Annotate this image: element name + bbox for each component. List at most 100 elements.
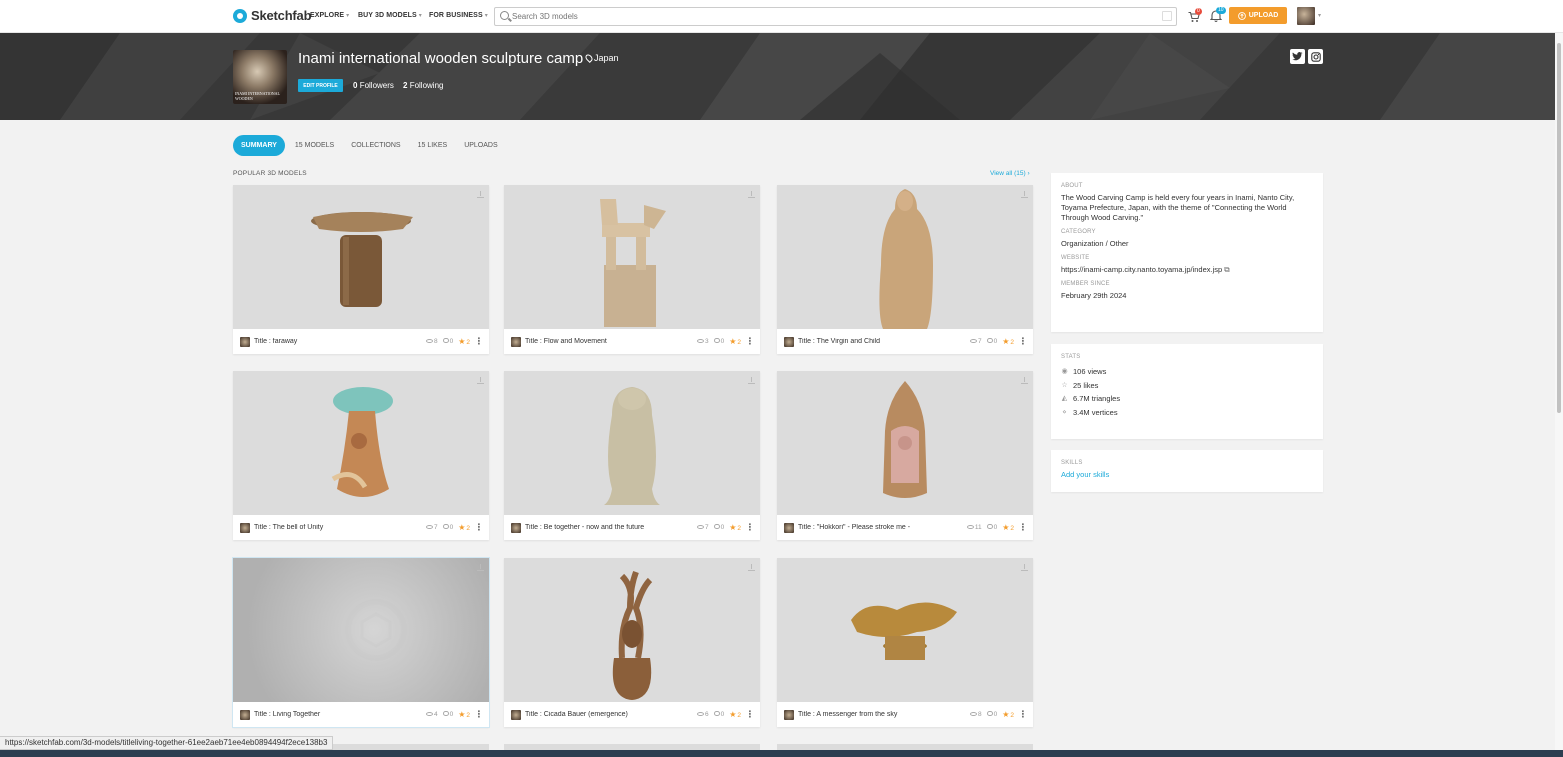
tab-likes[interactable]: 15 LIKES	[418, 135, 448, 156]
like-count[interactable]: ★2	[458, 337, 470, 346]
notifications-button[interactable]: 10	[1209, 7, 1226, 22]
model-thumbnail[interactable]	[504, 371, 760, 515]
followers-link[interactable]: 0 Followers	[353, 81, 394, 90]
tab-models[interactable]: 15 MODELS	[295, 135, 334, 156]
like-count[interactable]: ★2	[1002, 337, 1014, 346]
instagram-button[interactable]	[1308, 49, 1323, 64]
following-count: 2	[403, 81, 408, 90]
model-title[interactable]: Title : A messenger from the sky	[798, 711, 970, 718]
twitter-button[interactable]	[1290, 49, 1305, 64]
more-options-icon[interactable]: ⋮	[1018, 336, 1028, 347]
profile-picture[interactable]: INAMI INTERNATIONAL WOODEN	[233, 50, 287, 104]
like-count-value: 2	[737, 339, 741, 346]
nav-explore[interactable]: EXPLORE ▾	[310, 12, 349, 19]
model-card[interactable]: Title : faraway 8 0 ★2 ⋮	[233, 185, 489, 354]
like-count[interactable]: ★2	[729, 337, 741, 346]
model-title[interactable]: Title : faraway	[254, 338, 426, 345]
model-card[interactable]: Title : Living Together 4 0 ★2 ⋮	[233, 558, 489, 727]
model-title[interactable]: Title : Flow and Movement	[525, 338, 697, 345]
following-link[interactable]: 2 Following	[403, 81, 443, 90]
model-thumbnail[interactable]	[233, 185, 489, 329]
download-icon[interactable]	[477, 377, 484, 384]
sketchfab-logo[interactable]: Sketchfab	[233, 8, 312, 23]
model-card[interactable]: Title : A messenger from the sky 8 0 ★2 ⋮	[777, 558, 1033, 727]
model-thumbnail[interactable]	[504, 185, 760, 329]
author-avatar[interactable]	[784, 709, 794, 720]
user-avatar[interactable]	[1297, 7, 1315, 25]
upload-button[interactable]: UPLOAD	[1229, 7, 1287, 24]
more-options-icon[interactable]: ⋮	[474, 709, 484, 720]
view-all-link[interactable]: View all (15) ›	[990, 170, 1030, 177]
website-link[interactable]: https://inami-camp.city.nanto.toyama.jp/…	[1061, 265, 1313, 275]
like-count[interactable]: ★2	[729, 710, 741, 719]
more-options-icon[interactable]: ⋮	[745, 522, 755, 533]
model-title[interactable]: Title : "Hokkori" - Please stroke me -	[798, 524, 967, 531]
download-icon[interactable]	[477, 191, 484, 198]
model-thumbnail[interactable]	[777, 185, 1033, 329]
view-count-value: 8	[977, 711, 982, 718]
model-thumbnail[interactable]	[777, 558, 1033, 702]
page-scrollbar[interactable]	[1555, 33, 1563, 750]
search-filter-icon[interactable]	[1162, 11, 1172, 21]
download-icon[interactable]	[477, 564, 484, 571]
download-icon[interactable]	[1021, 191, 1028, 198]
chevron-down-icon[interactable]: ▾	[1318, 12, 1321, 19]
author-avatar[interactable]	[511, 336, 521, 347]
following-label: Following	[409, 81, 444, 90]
more-options-icon[interactable]: ⋮	[474, 336, 484, 347]
author-avatar[interactable]	[784, 522, 794, 533]
model-card[interactable]: Title : Be together - now and the future…	[504, 371, 760, 540]
edit-profile-button[interactable]: EDIT PROFILE	[298, 79, 343, 92]
author-avatar[interactable]	[240, 336, 250, 347]
more-options-icon[interactable]: ⋮	[1018, 709, 1028, 720]
author-avatar[interactable]	[240, 522, 250, 533]
author-avatar[interactable]	[511, 522, 521, 533]
model-thumbnail[interactable]	[233, 371, 489, 515]
model-title[interactable]: Title : The Virgin and Child	[798, 338, 970, 345]
author-avatar[interactable]	[784, 336, 794, 347]
model-title[interactable]: Title : Cicada Bauer (emergence)	[525, 711, 697, 718]
model-card[interactable]: Title : The bell of Unity 7 0 ★2 ⋮	[233, 371, 489, 540]
like-count[interactable]: ★2	[1002, 523, 1014, 532]
model-thumbnail[interactable]	[233, 558, 489, 702]
model-title[interactable]: Title : Living Together	[254, 711, 426, 718]
like-count[interactable]: ★2	[729, 523, 741, 532]
more-options-icon[interactable]: ⋮	[1018, 522, 1028, 533]
profile-name: Inami international wooden sculpture cam…	[298, 50, 584, 67]
stat-vertices: ⋄ 3.4M vertices	[1061, 408, 1313, 417]
scrollbar-thumb[interactable]	[1557, 43, 1561, 413]
tab-summary[interactable]: SUMMARY	[233, 135, 285, 156]
nav-for-business[interactable]: FOR BUSINESS ▾	[429, 12, 488, 19]
download-icon[interactable]	[748, 191, 755, 198]
taskbar	[0, 750, 1563, 757]
cart-button[interactable]: 0	[1188, 8, 1202, 22]
like-count[interactable]: ★2	[458, 523, 470, 532]
model-title[interactable]: Title : The bell of Unity	[254, 524, 426, 531]
download-icon[interactable]	[1021, 377, 1028, 384]
model-title[interactable]: Title : Be together - now and the future	[525, 524, 697, 531]
star-icon: ★	[729, 710, 737, 719]
more-options-icon[interactable]: ⋮	[745, 336, 755, 347]
download-icon[interactable]	[1021, 564, 1028, 571]
model-card[interactable]: Title : The Virgin and Child 7 0 ★2 ⋮	[777, 185, 1033, 354]
tab-uploads[interactable]: UPLOADS	[464, 135, 497, 156]
model-thumbnail[interactable]	[777, 371, 1033, 515]
more-options-icon[interactable]: ⋮	[474, 522, 484, 533]
tab-collections[interactable]: COLLECTIONS	[351, 135, 400, 156]
model-card[interactable]: Title : "Hokkori" - Please stroke me -11…	[777, 371, 1033, 540]
model-card[interactable]: Title : Flow and Movement 3 0 ★2 ⋮	[504, 185, 760, 354]
download-icon[interactable]	[748, 564, 755, 571]
card-footer: Title : Cicada Bauer (emergence) 6 0 ★2 ⋮	[504, 702, 760, 727]
nav-buy-3d-models[interactable]: BUY 3D MODELS ▾	[358, 12, 422, 19]
model-card[interactable]: Title : Cicada Bauer (emergence) 6 0 ★2 ⋮	[504, 558, 760, 727]
author-avatar[interactable]	[511, 709, 521, 720]
more-options-icon[interactable]: ⋮	[745, 709, 755, 720]
model-thumbnail[interactable]	[504, 558, 760, 702]
add-skills-link[interactable]: Add your skills	[1061, 470, 1313, 479]
download-icon[interactable]	[748, 377, 755, 384]
like-count[interactable]: ★2	[1002, 710, 1014, 719]
view-count: 3	[696, 338, 709, 345]
author-avatar[interactable]	[240, 709, 250, 720]
search-input[interactable]	[512, 9, 1152, 24]
like-count[interactable]: ★2	[458, 710, 470, 719]
